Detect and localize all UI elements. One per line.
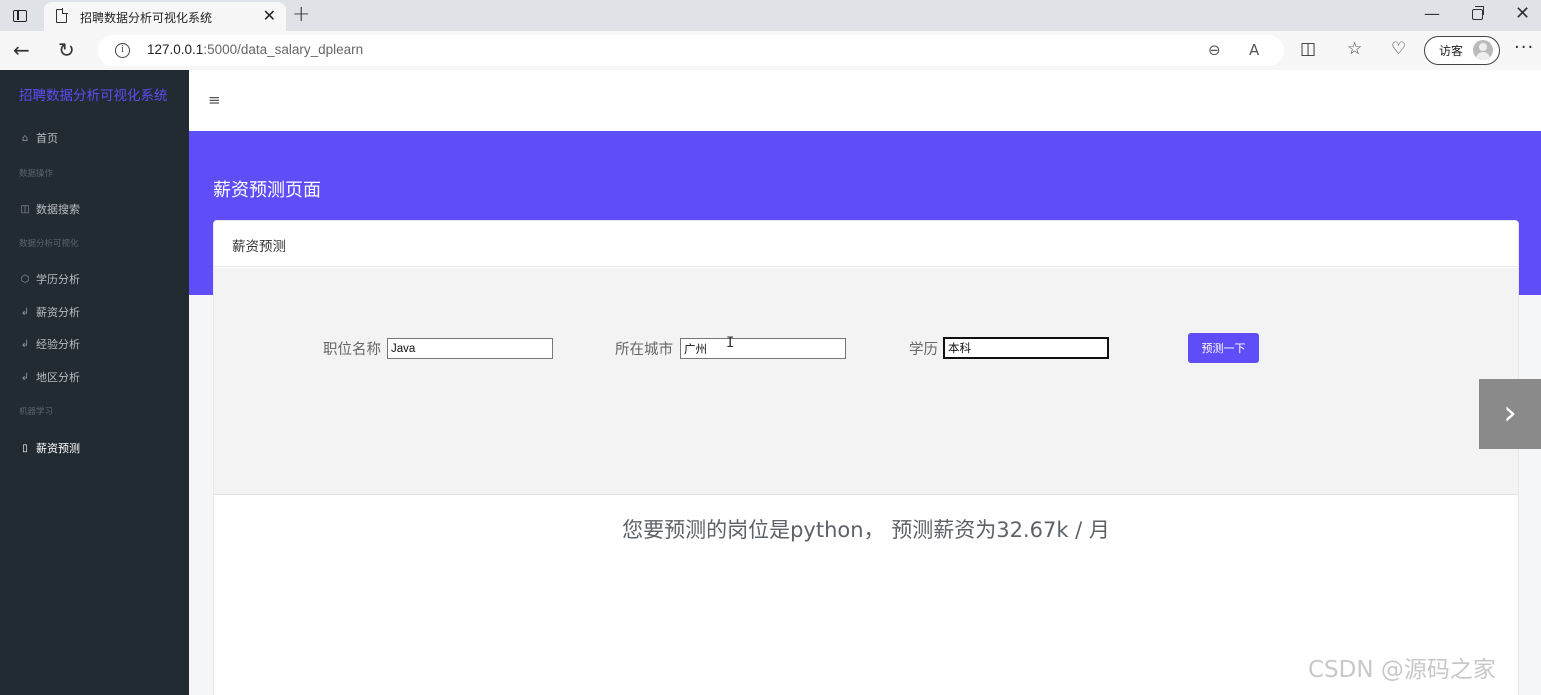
city-input[interactable] <box>680 338 846 359</box>
browser-tab[interactable]: 招聘数据分析可视化系统 ✕ <box>44 2 286 31</box>
sidebar-item-home[interactable]: ⌂ 首页 <box>19 130 58 146</box>
sidebar-item-data-search[interactable]: ◫ 数据搜索 <box>19 201 80 217</box>
site-info-icon[interactable]: i <box>115 43 130 58</box>
card-header: 薪资预测 <box>214 221 1518 267</box>
prediction-result: 您要预测的岗位是python， 预测薪资为32.67k / 月 <box>622 518 1110 542</box>
window-close-icon[interactable]: ✕ <box>1515 4 1530 24</box>
sidebar-item-label: 薪资分析 <box>36 306 80 319</box>
card-title: 薪资预测 <box>232 239 286 255</box>
new-tab-icon[interactable]: + <box>292 3 310 27</box>
education-label: 学历 <box>909 342 938 358</box>
profile-label: 访客 <box>1439 44 1464 58</box>
close-tab-icon[interactable]: ✕ <box>263 6 276 26</box>
clipboard-icon: ▯ <box>22 442 28 454</box>
sidebar-heading-ml: 机器学习 <box>19 407 54 417</box>
predict-button[interactable]: 预测一下 <box>1188 333 1259 363</box>
refresh-icon[interactable]: ↻ <box>58 39 75 61</box>
avatar-icon <box>1473 40 1493 60</box>
prediction-form: 职位名称 所在城市 I 学历 预测一下 <box>214 268 1518 495</box>
sidebar-item-region-analysis[interactable]: ↲ 地区分析 <box>19 369 80 385</box>
table-icon: ◫ <box>20 203 30 215</box>
sidebar-item-label: 首页 <box>36 132 58 145</box>
sidebar-item-experience-analysis[interactable]: ↲ 经验分析 <box>19 336 80 352</box>
url-text[interactable]: 127.0.0.1:5000/data_salary_dplearn <box>147 42 363 57</box>
restore-icon[interactable] <box>1472 6 1484 20</box>
chart-icon: ↲ <box>20 306 30 318</box>
browser-essentials-icon[interactable]: ♡ <box>1391 39 1406 59</box>
sidebar-item-education-analysis[interactable]: ⬡ 学历分析 <box>19 271 80 287</box>
sidebar-item-label: 薪资预测 <box>36 442 80 455</box>
job-title-input[interactable] <box>387 338 553 359</box>
back-arrow-icon[interactable]: ← <box>13 39 30 61</box>
sidebar-item-salary-analysis[interactable]: ↲ 薪资分析 <box>19 304 80 320</box>
menu-toggle-icon[interactable]: ≡ <box>208 92 221 108</box>
prediction-card: 薪资预测 职位名称 所在城市 I 学历 预测一下 您要预测的岗位是python，… <box>213 220 1519 695</box>
sidebar: 招聘数据分析可视化系统 ⌂ 首页 数据操作 ◫ 数据搜索 数据分析可视化 ⬡ 学历分析… <box>0 70 189 695</box>
browser-toolbar: ← ↻ i 127.0.0.1:5000/data_salary_dplearn… <box>0 31 1541 70</box>
tab-actions-icon[interactable] <box>10 6 30 26</box>
favorites-icon[interactable]: ☆ <box>1347 39 1362 59</box>
read-aloud-icon[interactable]: A <box>1249 42 1259 59</box>
zoom-icon[interactable]: ⊖ <box>1208 42 1221 59</box>
education-input[interactable] <box>943 337 1109 359</box>
split-screen-icon[interactable]: ◫ <box>1300 39 1316 59</box>
sidebar-heading-data-ops: 数据操作 <box>19 169 54 179</box>
web-page: 招聘数据分析可视化系统 ⌂ 首页 数据操作 ◫ 数据搜索 数据分析可视化 ⬡ 学历分析… <box>0 70 1541 695</box>
home-icon: ⌂ <box>21 132 29 144</box>
sidebar-item-label: 数据搜索 <box>36 203 80 216</box>
chart-icon: ↲ <box>20 338 30 350</box>
city-label: 所在城市 <box>615 342 673 358</box>
text-cursor-icon: I <box>726 335 735 351</box>
url-path: :5000/data_salary_dplearn <box>203 42 364 57</box>
page-title: 薪资预测页面 <box>213 180 321 201</box>
page-icon <box>56 8 68 23</box>
brand-title[interactable]: 招聘数据分析可视化系统 <box>19 84 168 104</box>
watermark: CSDN @源码之家 <box>1308 657 1496 683</box>
minimize-icon[interactable]: — <box>1424 4 1440 23</box>
sidebar-item-label: 学历分析 <box>36 273 80 286</box>
chevron-right-icon[interactable]: › <box>1479 379 1541 449</box>
job-title-label: 职位名称 <box>323 342 381 358</box>
address-bar[interactable]: i 127.0.0.1:5000/data_salary_dplearn ⊖ A <box>98 35 1284 66</box>
profile-button[interactable]: 访客 <box>1424 36 1500 65</box>
more-options-icon[interactable]: ··· <box>1514 37 1534 58</box>
cube-icon: ⬡ <box>20 273 30 285</box>
sidebar-item-label: 经验分析 <box>36 338 80 351</box>
sidebar-heading-visualization: 数据分析可视化 <box>19 239 79 249</box>
browser-tab-bar: 招聘数据分析可视化系统 ✕ + — ✕ <box>0 0 1541 31</box>
sidebar-item-salary-prediction[interactable]: ▯ 薪资预测 <box>19 440 80 456</box>
top-navbar: ≡ <box>189 70 1541 131</box>
url-host: 127.0.0.1 <box>147 42 204 57</box>
tab-title: 招聘数据分析可视化系统 <box>80 11 213 25</box>
sidebar-item-label: 地区分析 <box>36 371 80 384</box>
chart-icon: ↲ <box>20 371 30 383</box>
